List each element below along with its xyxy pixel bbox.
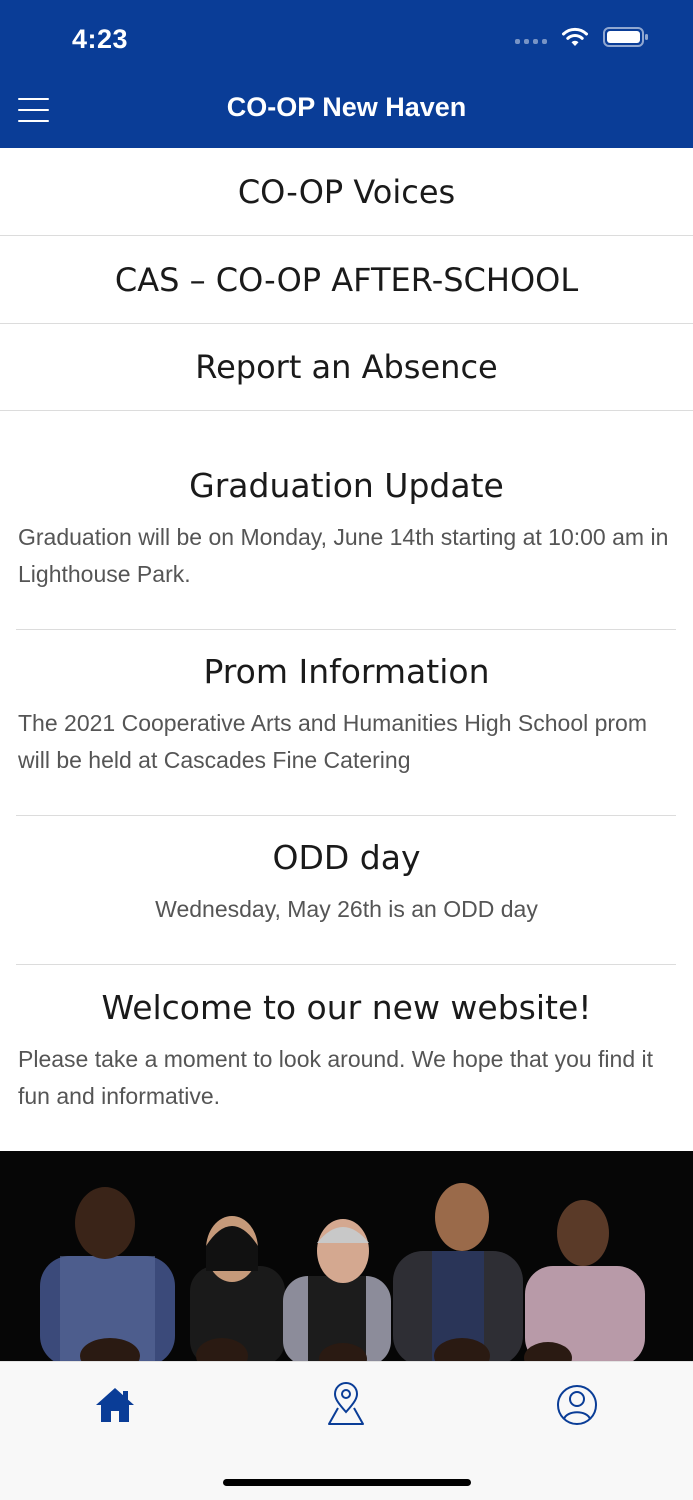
app-header: 4:23 CO-OP New Haven (0, 0, 693, 148)
link-cas-after-school[interactable]: CAS – CO-OP AFTER-SCHOOL (0, 236, 693, 324)
announcement-body: Graduation will be on Monday, June 14th … (18, 524, 669, 587)
announcement-title: ODD day (272, 838, 421, 877)
announcement-body: Wednesday, May 26th is an ODD day (155, 896, 538, 922)
home-indicator[interactable] (223, 1479, 471, 1486)
divider (16, 629, 676, 630)
status-icons (515, 26, 649, 48)
announcement-graduation: Graduation Update Graduation will be on … (0, 466, 693, 593)
announcement-title: Welcome to our new website! (101, 988, 592, 1027)
group-photo (0, 1151, 693, 1362)
home-icon[interactable] (92, 1382, 138, 1428)
page-title: CO-OP New Haven (226, 92, 467, 122)
divider (16, 815, 676, 816)
map-pin-icon[interactable] (323, 1382, 369, 1428)
announcement-welcome: Welcome to our new website! Please take … (0, 988, 693, 1115)
profile-icon[interactable] (554, 1382, 600, 1428)
battery-icon (603, 27, 648, 47)
announcement-body: The 2021 Cooperative Arts and Humanities… (18, 710, 648, 773)
announcement-title: Prom Information (203, 652, 490, 691)
link-report-absence[interactable]: Report an Absence (0, 323, 693, 411)
announcement-body: Please take a moment to look around. We … (18, 1046, 654, 1109)
link-coop-voices[interactable]: CO-OP Voices (0, 148, 693, 236)
announcement-title: Graduation Update (189, 466, 504, 505)
wifi-icon (562, 27, 588, 46)
announcement-prom: Prom Information The 2021 Cooperative Ar… (0, 652, 693, 779)
status-time: 4:23 (72, 24, 129, 54)
signal-icon (515, 38, 547, 44)
announcement-odd-day: ODD day Wednesday, May 26th is an ODD da… (0, 838, 693, 928)
divider (16, 964, 676, 965)
group-photo-illustration (40, 1183, 645, 1362)
